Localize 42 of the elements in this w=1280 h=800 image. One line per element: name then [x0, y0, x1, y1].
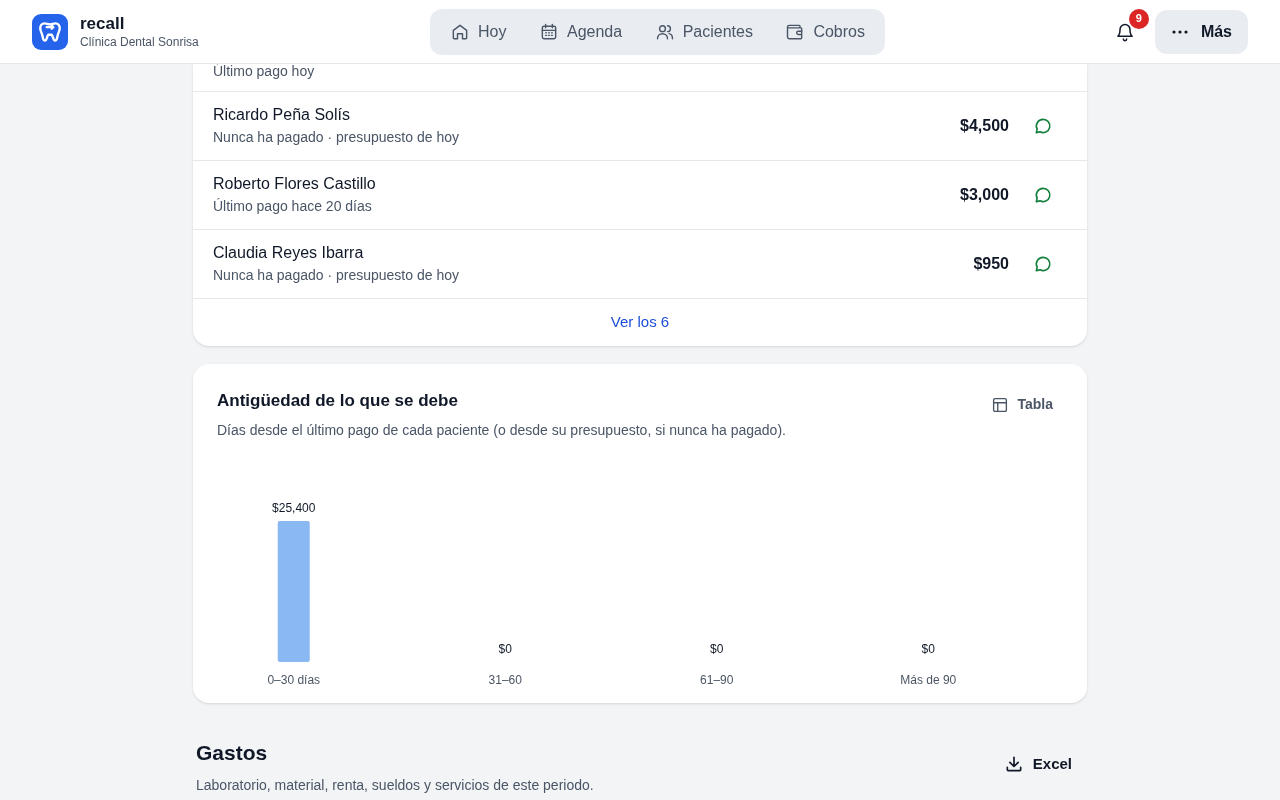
payment-detail: Nunca ha pagado · presupuesto de hoy: [213, 129, 459, 147]
category-label: 61–90: [700, 672, 734, 687]
nav-tab[interactable]: Hoy: [440, 14, 517, 50]
section-title: Gastos: [196, 740, 269, 766]
more-icon: [1170, 29, 1189, 34]
bell-icon: [1114, 21, 1135, 42]
users-icon: [654, 22, 675, 42]
patient-name: Claudia Reyes Ibarra: [213, 243, 365, 264]
amount-due: $950: [973, 254, 1009, 274]
category-label: Más de 90: [900, 672, 957, 687]
amount-due: $4,500: [960, 116, 1009, 136]
amount-due: $3,000: [960, 185, 1009, 205]
category-label: 0–30 días: [267, 672, 321, 687]
chat-icon[interactable]: [1033, 254, 1053, 274]
home-icon: [450, 22, 470, 42]
see-all-link[interactable]: Ver los 6: [610, 311, 670, 334]
value-label: $25,400: [272, 500, 316, 515]
patient-name: Ricardo Peña Solís: [213, 105, 351, 126]
value-label: $0: [710, 641, 724, 656]
section-title: Antigüedad de lo que se debe: [217, 390, 459, 412]
section-subtitle: Laboratorio, material, renta, sueldos y servicios de este periodo.: [196, 775, 594, 795]
payment-detail: Nunca ha pagado · presupuesto de hoy: [213, 267, 459, 285]
clinic-name: Clínica Dental Sonrisa: [80, 34, 199, 50]
table-toggle-button[interactable]: Tabla: [991, 394, 1053, 415]
patient-name: Roberto Flores Castillo: [213, 174, 376, 195]
payment-detail: Último pago hace 20 días: [213, 198, 373, 216]
notification-badge: 9: [1128, 8, 1149, 29]
excel-export-button[interactable]: Excel: [1003, 753, 1072, 776]
chat-icon[interactable]: [1033, 116, 1053, 136]
category-label: 31–60: [488, 672, 522, 687]
value-label: $0: [921, 641, 935, 656]
chat-icon[interactable]: [1033, 185, 1053, 205]
logo-icon: [32, 13, 68, 50]
nav-tab[interactable]: Cobros: [775, 14, 875, 50]
more-button[interactable]: Más: [1154, 9, 1248, 54]
nav-tab[interactable]: Pacientes: [644, 14, 763, 50]
section-subtitle: Días desde el último pago de cada paciente (o desde su presupuesto, si nunca ha pagado).: [217, 420, 786, 440]
table-icon: [991, 395, 1010, 414]
value-label: $0: [498, 641, 512, 656]
app-name: recall: [80, 13, 126, 35]
payment-detail: Último pago hoy: [213, 62, 315, 81]
nav-tab[interactable]: Agenda: [528, 14, 633, 50]
